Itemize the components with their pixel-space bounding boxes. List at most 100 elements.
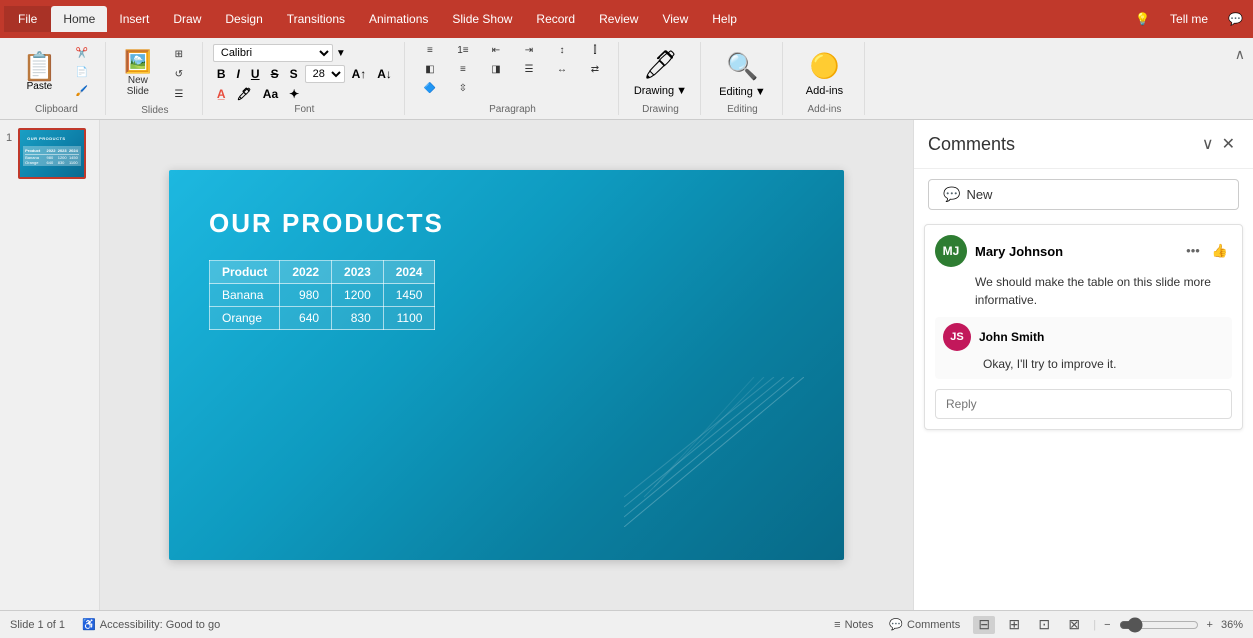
shadow-button[interactable]: S [286, 66, 302, 82]
drawing-icon[interactable]: 🖊 [643, 48, 679, 81]
lightbulb-icon[interactable]: 💡 [1129, 8, 1156, 30]
increase-font-button[interactable]: A↑ [348, 66, 371, 82]
font-color-button[interactable]: A̲ [213, 86, 230, 102]
editing-icon[interactable]: 🔍 [726, 51, 758, 82]
addins-icon[interactable]: 🟡 [809, 52, 839, 81]
tab-design[interactable]: Design [213, 6, 274, 32]
increase-indent-button[interactable]: ⇥ [514, 42, 544, 59]
notes-button[interactable]: ≡ Notes [829, 617, 878, 633]
comments-expand-button[interactable]: ∨ [1198, 130, 1218, 158]
tab-transitions[interactable]: Transitions [275, 6, 357, 32]
zoom-in-button[interactable]: + [1207, 619, 1213, 631]
align-left-icon: ◧ [425, 64, 434, 75]
clear-formatting-button[interactable]: ✦ [285, 86, 303, 102]
tab-draw[interactable]: Draw [161, 6, 213, 32]
status-bar: Slide 1 of 1 ♿ Accessibility: Good to go… [0, 610, 1253, 638]
tab-help[interactable]: Help [700, 6, 749, 32]
highlight-button[interactable]: 🖊 [233, 86, 256, 102]
smart-art-button[interactable]: 🔷 [415, 80, 445, 97]
slide-thumbnail-image: OUR PRODUCTS Product202220232024 Banana9… [18, 128, 86, 179]
status-center: ≡ Notes 💬 Comments [829, 616, 965, 633]
accessibility-status-button[interactable]: ♿ Accessibility: Good to go [77, 616, 225, 633]
reply-text: Okay, I'll try to improve it. [983, 355, 1224, 373]
format-painter-button[interactable]: 🖌️ [67, 83, 97, 100]
copy-button[interactable]: 📄 [67, 64, 97, 81]
align-left-button[interactable]: ◧ [415, 61, 445, 78]
separator: | [1093, 619, 1096, 631]
align-right-button[interactable]: ◨ [481, 61, 511, 78]
paragraph-spacing-button[interactable]: ⇳ [448, 80, 478, 97]
drawing-button[interactable]: Drawing ▼ [634, 85, 687, 97]
numbering-button[interactable]: 1≡ [448, 42, 478, 59]
layout-icon: ⊞ [175, 49, 183, 60]
reading-view-button[interactable]: ⊡ [1033, 616, 1055, 634]
table-header-product: Product [210, 261, 280, 284]
comment-more-button[interactable]: ••• [1182, 241, 1204, 261]
decrease-indent-button[interactable]: ⇤ [481, 42, 511, 59]
tab-view[interactable]: View [650, 6, 700, 32]
slide-canvas-area: OUR PRODUCTS Product 2022 2023 2024 Bana… [100, 120, 913, 610]
comments-close-button[interactable]: ✕ [1218, 130, 1239, 158]
underline-button[interactable]: U [247, 66, 264, 82]
tab-slideshow[interactable]: Slide Show [440, 6, 524, 32]
new-slide-button[interactable]: 🖼️ New Slide [116, 45, 160, 101]
slide-canvas[interactable]: OUR PRODUCTS Product 2022 2023 2024 Bana… [169, 170, 844, 560]
notes-icon: ≡ [834, 619, 840, 631]
decrease-font-button[interactable]: A↓ [373, 66, 396, 82]
section-button[interactable]: ☰ [164, 86, 194, 103]
slide-sorter-button[interactable]: ⊞ [1003, 616, 1025, 634]
editing-button[interactable]: Editing ▼ [719, 86, 766, 98]
font-case-button[interactable]: Aa [259, 86, 282, 102]
slide-thumbnail-1[interactable]: 1 OUR PRODUCTS Product202220232024 Banan… [6, 128, 93, 179]
paste-button[interactable]: 📋 Paste [16, 49, 63, 96]
reset-button[interactable]: ↺ [164, 66, 194, 83]
bold-button[interactable]: B [213, 66, 230, 82]
zoom-slider[interactable] [1119, 617, 1199, 633]
align-right-icon: ◨ [491, 64, 500, 75]
font-size-select[interactable]: 28 [305, 65, 345, 83]
tab-home[interactable]: Home [51, 6, 107, 32]
tab-file[interactable]: File [4, 6, 51, 32]
cell-banana-product: Banana [210, 284, 280, 307]
bullets-button[interactable]: ≡ [415, 42, 445, 59]
drawing-dropdown-icon: ▼ [676, 85, 687, 97]
accessibility-icon: ♿ [82, 618, 96, 631]
reply-input[interactable] [935, 389, 1232, 419]
justify-button[interactable]: ☰ [514, 61, 544, 78]
font-family-dropdown-icon[interactable]: ▼ [336, 48, 346, 59]
tab-insert[interactable]: Insert [107, 6, 161, 32]
normal-view-button[interactable]: ⊟ [973, 616, 995, 634]
chat-icon[interactable]: 💬 [1222, 8, 1249, 30]
cut-button[interactable]: ✂️ [67, 45, 97, 62]
tell-me-label[interactable]: Tell me [1164, 8, 1214, 30]
ribbon-group-font: Calibri ▼ B I U S S 28 A↑ A↓ [205, 42, 405, 115]
tab-animations[interactable]: Animations [357, 6, 440, 32]
columns-button[interactable]: ⫿ [580, 42, 610, 59]
tab-review[interactable]: Review [587, 6, 650, 32]
presenter-view-button[interactable]: ⊠ [1063, 616, 1085, 634]
bullets-icon: ≡ [427, 45, 433, 56]
comment-like-button[interactable]: 👍 [1208, 241, 1232, 261]
strikethrough-button[interactable]: S [267, 66, 283, 82]
line-spacing-button[interactable]: ↕ [547, 42, 577, 59]
reply-author-name: John Smith [979, 330, 1224, 344]
comments-toggle-button[interactable]: 💬 Comments [884, 616, 965, 633]
addins-group-label: Add-ins [807, 104, 841, 115]
align-center-button[interactable]: ≡ [448, 61, 478, 78]
font-format-row: B I U S S 28 A↑ A↓ [213, 65, 396, 83]
addins-button[interactable]: Add-ins [806, 85, 843, 97]
zoom-out-button[interactable]: − [1104, 619, 1110, 631]
text-direction-button[interactable]: ↔ [547, 61, 577, 78]
ribbon-group-drawing: 🖊 Drawing ▼ Drawing [621, 42, 701, 115]
font-family-select[interactable]: Calibri [213, 44, 333, 62]
collapse-ribbon[interactable]: ∧ [1235, 42, 1245, 115]
italic-button[interactable]: I [233, 66, 244, 82]
new-comment-button[interactable]: 💬 New [928, 179, 1239, 210]
tab-record[interactable]: Record [524, 6, 587, 32]
paste-icon: 📋 [22, 53, 57, 81]
avatar-js-initials: JS [950, 331, 963, 343]
clipboard-buttons: 📋 Paste ✂️ 📄 🖌️ [16, 42, 97, 102]
comments-panel: Comments ∨ ✕ 💬 New MJ Mary Johnson ••• 👍… [913, 120, 1253, 610]
convert-button[interactable]: ⇄ [580, 61, 610, 78]
layout-button[interactable]: ⊞ [164, 46, 194, 63]
